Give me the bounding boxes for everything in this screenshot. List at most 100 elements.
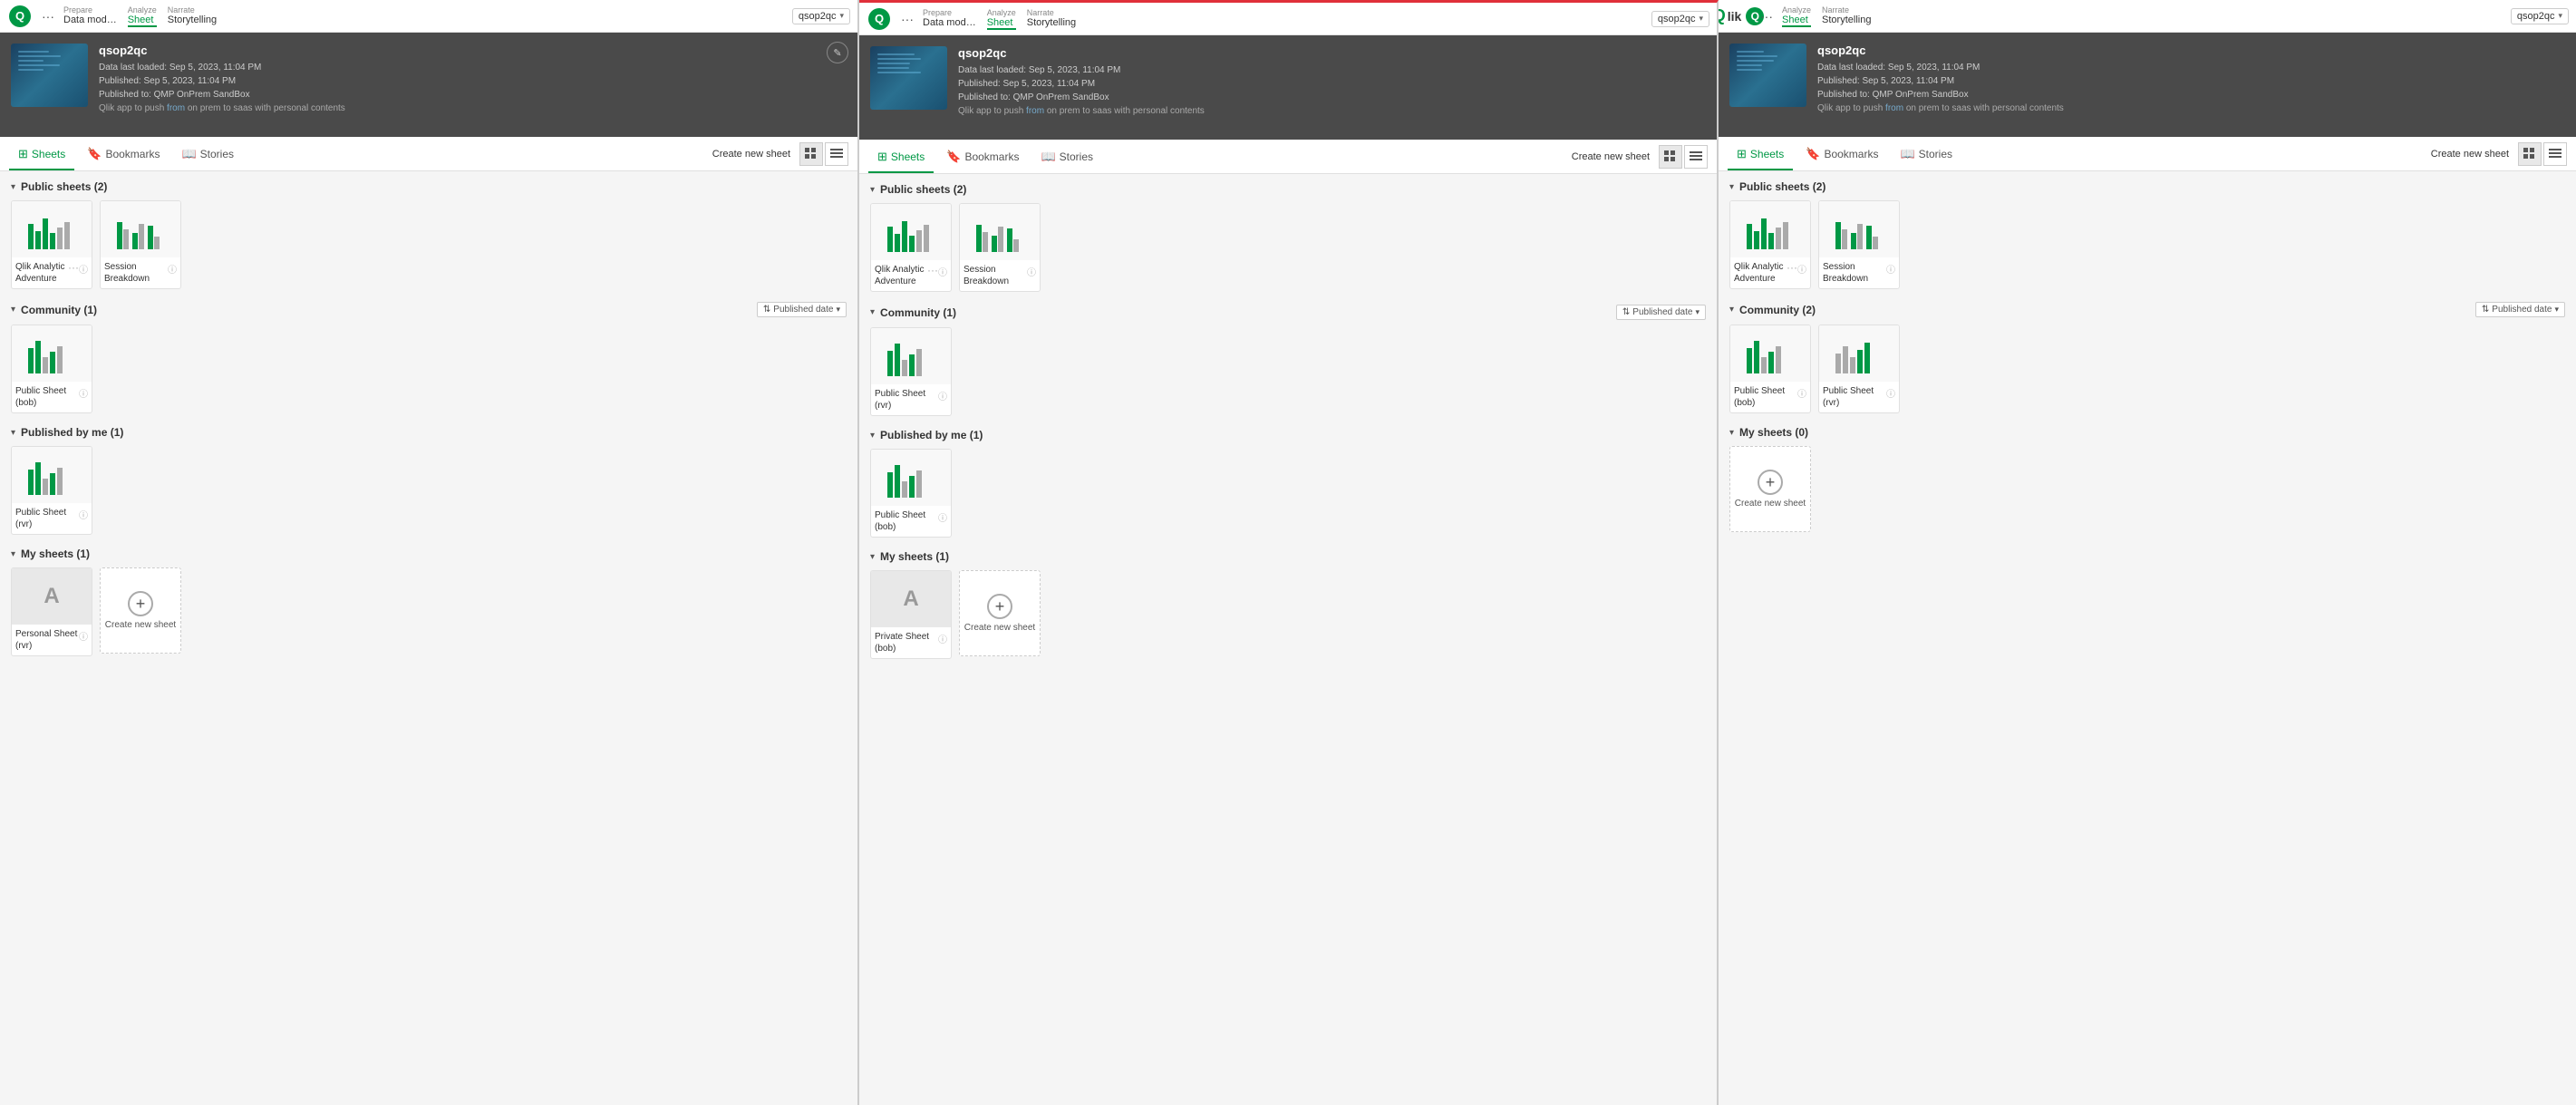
sheet-info-button[interactable]: ⓘ — [938, 510, 947, 524]
tab-bookmarks[interactable]: 🔖Bookmarks — [937, 142, 1028, 173]
sheet-card[interactable]: Qlik Analytic Adventure···ⓘ — [1729, 200, 1811, 289]
nav-item-sheet[interactable]: AnalyzeSheet — [128, 5, 157, 27]
sort-button[interactable]: ⇅Published date▾ — [757, 302, 847, 317]
sheet-info-button[interactable]: ⓘ — [1886, 262, 1895, 276]
sheet-card[interactable]: Public Sheet (bob)ⓘ — [870, 449, 952, 538]
sheet-card[interactable]: APersonal Sheet (rvr)ⓘ — [11, 567, 92, 656]
tab-label: Bookmarks — [964, 150, 1019, 163]
section-header: ▾Community (1)⇅Published date▾ — [870, 305, 1706, 320]
tab-stories[interactable]: 📖Stories — [1031, 142, 1102, 173]
sheet-info-button[interactable]: ⓘ — [79, 386, 88, 400]
qlik-logo[interactable]: Q — [867, 6, 892, 32]
sheet-more-button[interactable]: ··· — [927, 264, 938, 276]
app-selector[interactable]: qsop2qc▾ — [792, 8, 850, 24]
list-view-button[interactable] — [1684, 145, 1708, 169]
grid-view-button[interactable] — [799, 142, 823, 166]
tab-bookmarks[interactable]: 🔖Bookmarks — [1796, 140, 1887, 170]
topbar-more-button[interactable]: ··· — [1757, 7, 1777, 25]
sheet-chart-preview — [884, 458, 938, 498]
list-view-button[interactable] — [825, 142, 848, 166]
tab-sheets[interactable]: ⊞Sheets — [868, 142, 934, 173]
nav-item-storytelling[interactable]: NarrateStorytelling — [168, 5, 217, 27]
sort-button[interactable]: ⇅Published date▾ — [1616, 305, 1706, 320]
sheet-info-button[interactable]: ⓘ — [168, 262, 177, 276]
create-sheet-card[interactable]: +Create new sheet — [100, 567, 181, 654]
list-view-button[interactable] — [2543, 142, 2567, 166]
sheet-chart-preview — [1743, 209, 1797, 249]
tab-label: Stories — [200, 148, 234, 160]
sheet-thumbnail — [12, 447, 92, 503]
create-new-sheet-button[interactable]: Create new sheet — [707, 145, 796, 163]
tab-bookmarks[interactable]: 🔖Bookmarks — [78, 140, 169, 170]
grid-view-button[interactable] — [1659, 145, 1682, 169]
view-toggle — [1659, 145, 1708, 169]
tab-stories[interactable]: 📖Stories — [172, 140, 243, 170]
nav-item-datamod[interactable]: PrepareData mod… — [923, 8, 976, 30]
create-new-sheet-button[interactable]: Create new sheet — [2426, 145, 2514, 163]
sheet-card[interactable]: Session Breakdownⓘ — [959, 203, 1041, 292]
sheet-info-button[interactable]: ⓘ — [938, 389, 947, 402]
tab-sheets[interactable]: ⊞Sheets — [9, 140, 74, 170]
sheet-info-button[interactable]: ⓘ — [1797, 262, 1806, 276]
sheet-info-button[interactable]: ⓘ — [1027, 265, 1036, 278]
add-icon: + — [1758, 470, 1783, 495]
section-collapse-button[interactable]: ▾ — [11, 182, 15, 192]
section-collapse-button[interactable]: ▾ — [11, 428, 15, 438]
sheet-more-button[interactable]: ··· — [1787, 261, 1797, 274]
section-collapse-button[interactable]: ▾ — [11, 305, 15, 315]
sheet-card[interactable]: Public Sheet (bob)ⓘ — [11, 325, 92, 413]
sheet-card[interactable]: Public Sheet (rvr)ⓘ — [1818, 325, 1900, 413]
qlik-logo[interactable]: QlikQ — [1726, 4, 1751, 29]
sort-button[interactable]: ⇅Published date▾ — [2475, 302, 2565, 317]
nav-label: Prepare — [923, 8, 976, 17]
sheet-card[interactable]: Public Sheet (bob)ⓘ — [1729, 325, 1811, 413]
nav-value: Sheet — [128, 15, 157, 27]
create-new-sheet-button[interactable]: Create new sheet — [1566, 148, 1655, 166]
sheet-card[interactable]: APrivate Sheet (bob)ⓘ — [870, 570, 952, 659]
nav-item-storytelling[interactable]: NarrateStorytelling — [1027, 8, 1076, 30]
sheet-info-button[interactable]: ⓘ — [79, 629, 88, 643]
section-collapse-button[interactable]: ▾ — [870, 552, 875, 562]
hero-edit-button[interactable]: ✎ — [827, 42, 848, 63]
sheet-info-button[interactable]: ⓘ — [79, 508, 88, 521]
create-sheet-card[interactable]: +Create new sheet — [1729, 446, 1811, 532]
sheet-card[interactable]: Session Breakdownⓘ — [100, 200, 181, 289]
sheet-card[interactable]: Qlik Analytic Adventure···ⓘ — [870, 203, 952, 292]
section-collapse-button[interactable]: ▾ — [870, 185, 875, 195]
section-collapse-button[interactable]: ▾ — [870, 307, 875, 317]
sheet-card[interactable]: Public Sheet (rvr)ⓘ — [11, 446, 92, 535]
sheet-card[interactable]: Public Sheet (rvr)ⓘ — [870, 327, 952, 416]
app-selector[interactable]: qsop2qc▾ — [1651, 11, 1709, 27]
section-collapse-button[interactable]: ▾ — [11, 549, 15, 559]
nav-item-datamod[interactable]: PrepareData mod… — [63, 5, 117, 27]
create-sheet-card[interactable]: +Create new sheet — [959, 570, 1041, 656]
qlik-logo[interactable]: Q — [7, 4, 33, 29]
section-collapse-button[interactable]: ▾ — [1729, 305, 1734, 315]
app-selector[interactable]: qsop2qc▾ — [2511, 8, 2569, 24]
sheet-card[interactable]: Session Breakdownⓘ — [1818, 200, 1900, 289]
section-collapse-button[interactable]: ▾ — [1729, 182, 1734, 192]
nav-item-sheet[interactable]: AnalyzeSheet — [1782, 5, 1811, 27]
sheet-info-button[interactable]: ⓘ — [938, 265, 947, 278]
sheet-thumbnail: A — [12, 568, 92, 625]
topbar-more-button[interactable]: ··· — [897, 10, 917, 28]
topbar-more-button[interactable]: ··· — [38, 7, 58, 25]
sheet-grid: APrivate Sheet (bob)ⓘ+Create new sheet — [870, 570, 1706, 659]
grid-view-button[interactable] — [2518, 142, 2542, 166]
app-name: qsop2qc — [2517, 11, 2555, 22]
sheet-info-button[interactable]: ⓘ — [1886, 386, 1895, 400]
sheet-info-button[interactable]: ⓘ — [79, 262, 88, 276]
topbar: Q ··· PrepareData mod… AnalyzeSheet NarrateS… — [859, 3, 1717, 35]
nav-item-storytelling[interactable]: NarrateStorytelling — [1822, 5, 1871, 27]
section-collapse-button[interactable]: ▾ — [1729, 428, 1734, 438]
sheet-info-button[interactable]: ⓘ — [938, 632, 947, 645]
chevron-down-icon: ▾ — [836, 305, 840, 315]
sheet-info-button[interactable]: ⓘ — [1797, 386, 1806, 400]
tab-sheets[interactable]: ⊞Sheets — [1728, 140, 1793, 170]
sheet-card[interactable]: Qlik Analytic Adventure···ⓘ — [11, 200, 92, 289]
sheet-more-button[interactable]: ··· — [68, 261, 79, 274]
sheet-label-area: Public Sheet (bob)ⓘ — [871, 506, 951, 537]
tab-stories[interactable]: 📖Stories — [1891, 140, 1961, 170]
nav-item-sheet[interactable]: AnalyzeSheet — [987, 8, 1016, 30]
section-collapse-button[interactable]: ▾ — [870, 431, 875, 441]
